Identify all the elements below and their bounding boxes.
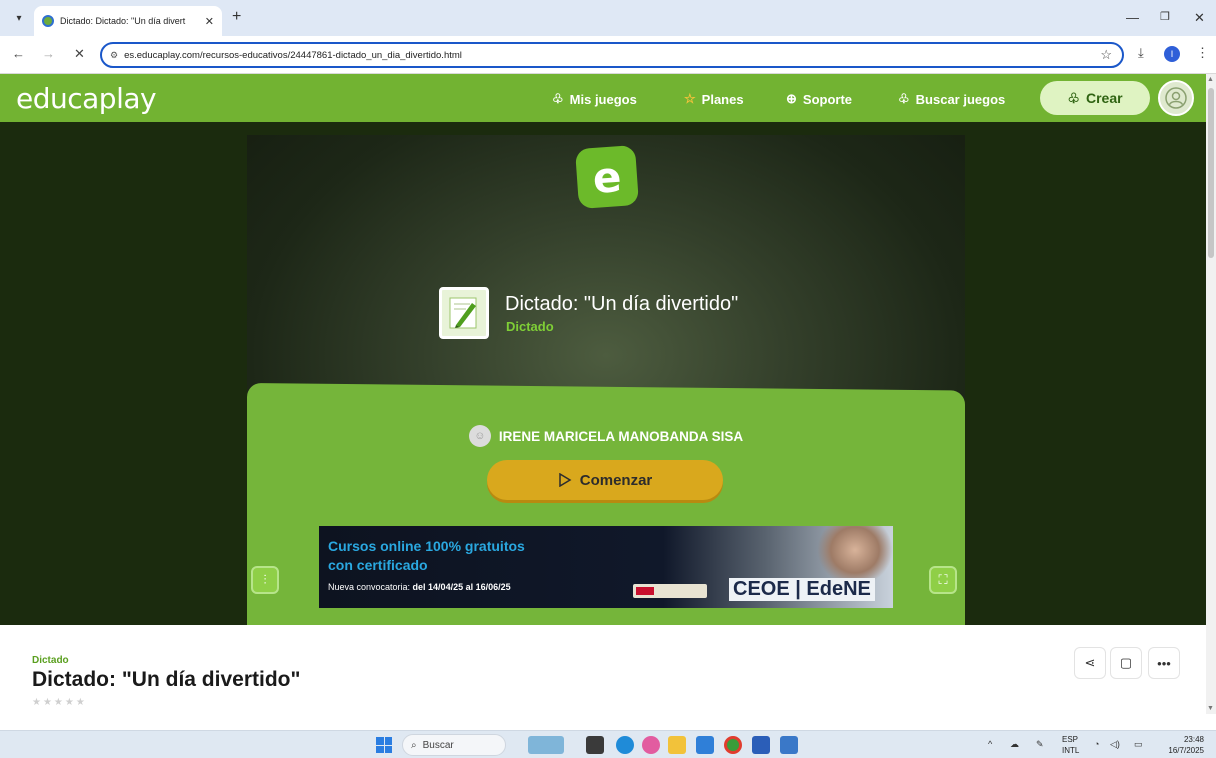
nav-label: Planes [701,91,744,107]
taskbar-search[interactable]: ⌕ Buscar [402,734,506,756]
word-icon[interactable] [752,736,770,754]
language-indicator[interactable]: ESP INTL [1062,734,1079,756]
fullscreen-icon: ⛶ [938,572,948,587]
stop-loading-icon[interactable]: ✕ [74,46,85,62]
ad-person-image [817,526,893,586]
game-stage: e Dictado: "Un día divertido" Dictado ☺ … [247,135,965,625]
bookmark-star-icon[interactable]: ☆ [1100,47,1112,63]
site-info-icon[interactable]: ⚙ [110,50,118,61]
more-dots-icon: ••• [1157,655,1171,671]
minimize-icon[interactable]: — [1126,10,1139,25]
scroll-up-icon[interactable]: ▲ [1207,76,1214,83]
widgets-icon[interactable] [528,736,564,754]
settings-sliders-button[interactable]: ⫶ [251,566,279,594]
share-button[interactable]: ⋖ [1074,647,1106,679]
taskbar-search-placeholder: Buscar [422,739,454,751]
info-activity-title: Dictado: "Un día divertido" [32,668,301,691]
author-row[interactable]: ☺ IRENE MARICELA MANOBANDA SISA [247,425,965,447]
search-puzzle-icon: ♧ [898,91,910,106]
cloud-icon[interactable]: ☁ [1010,739,1019,750]
battery-icon[interactable]: ▭ [1134,739,1143,750]
site-header: educaplay ♧ Mis juegos ☆ Planes ⊕ Soport… [0,74,1206,122]
new-tab-icon[interactable]: + [232,9,241,25]
start-button[interactable]: Comenzar [487,460,723,500]
windows-taskbar: ⌕ Buscar ^ ☁ ✎ ESP INTL ◔ ◁) ▭ 23:48 16/… [0,730,1216,758]
ad-sponsor-logos [633,584,707,598]
create-label: Crear [1085,90,1123,106]
ad-headline-2: con certificado [328,557,428,573]
author-avatar-icon: ☺ [468,425,491,447]
ad-subline: Nueva convocatoria: del 14/04/25 al 16/0… [328,582,511,592]
scrollbar-thumb[interactable] [1208,88,1214,258]
favicon-icon [42,15,54,27]
start-label: Comenzar [579,471,653,489]
tray-chevron-icon[interactable]: ^ [988,739,992,749]
forward-icon[interactable]: → [42,46,55,61]
browser-tab-strip: ▾ Dictado: Dictado: "Un día divert ✕ + —… [0,0,1216,36]
restore-icon[interactable]: ❐ [1160,10,1170,23]
chrome-icon[interactable] [724,736,742,754]
file-explorer-icon[interactable] [668,736,686,754]
back-icon[interactable]: ← [12,46,25,61]
task-view-icon[interactable] [586,736,604,754]
pen-icon[interactable]: ✎ [1036,739,1044,750]
puzzle-icon: ♧ [552,91,564,106]
nav-buscar-juegos[interactable]: ♧ Buscar juegos [898,91,1005,107]
nav-mis-juegos[interactable]: ♧ Mis juegos [552,91,637,107]
nav-label: Buscar juegos [915,91,1006,107]
dictation-activity-icon [439,287,489,339]
star-icon: ☆ [684,91,696,106]
ad-brand-logo: CEOE | EdeNE [729,578,875,601]
rating-stars[interactable]: ★★★★★ [32,697,87,708]
activity-title: Dictado: "Un día divertido" [505,293,739,315]
sliders-icon: ⫶ [263,572,267,587]
author-name: IRENE MARICELA MANOBANDA SISA [498,428,744,444]
info-activity-type: Dictado [32,655,69,666]
wifi-icon[interactable]: ◔ [1094,739,1099,749]
nav-soporte[interactable]: ⊕ Soporte [786,91,852,107]
tab-close-icon[interactable]: ✕ [205,15,214,28]
advertisement-banner[interactable]: Cursos online 100% gratuitos con certifi… [319,526,893,608]
clock[interactable]: 23:48 16/7/2025 [1158,734,1204,756]
browser-menu-icon[interactable]: ⋮ [1196,45,1209,61]
edge-icon[interactable] [616,736,634,754]
volume-icon[interactable]: ◁) [1110,739,1120,750]
user-icon [1165,87,1187,109]
page-scrollbar[interactable]: ▲ ▼ [1206,74,1216,714]
url-text: es.educaplay.com/recursos-educativos/244… [124,49,462,61]
copy-button[interactable]: ▢ [1110,647,1142,679]
windows-start-icon[interactable] [376,737,392,753]
browser-tab[interactable]: Dictado: Dictado: "Un día divert ✕ [34,6,222,36]
create-button[interactable]: ♧ Crear [1040,81,1150,115]
play-icon [558,473,572,487]
fullscreen-button[interactable]: ⛶ [929,566,957,594]
more-options-button[interactable]: ••• [1148,647,1180,679]
copy-icon: ▢ [1119,655,1133,670]
store-icon[interactable] [696,736,714,754]
url-omnibox[interactable]: ⚙ es.educaplay.com/recursos-educativos/2… [100,42,1124,68]
share-icon: ⋖ [1084,655,1096,670]
scroll-down-icon[interactable]: ▼ [1207,705,1214,712]
activity-type: Dictado [506,319,554,334]
tab-title: Dictado: Dictado: "Un día divert [60,16,186,26]
educaplay-e-logo: e [574,144,640,210]
download-icon[interactable]: ⤓ [1138,45,1144,61]
tab-search-chevron-icon[interactable]: ▾ [10,9,28,27]
puzzle-icon: ♧ [1067,89,1080,106]
educaplay-logo[interactable]: educaplay [16,82,157,115]
lifebuoy-icon: ⊕ [786,91,797,106]
profile-avatar-icon[interactable]: I [1164,46,1180,62]
nav-label: Mis juegos [569,91,637,107]
copilot-icon[interactable] [642,736,660,754]
search-icon: ⌕ [411,739,417,751]
game-stage-area: e Dictado: "Un día divertido" Dictado ☺ … [0,122,1206,625]
photos-icon[interactable] [780,736,798,754]
ad-headline-1: Cursos online 100% gratuitos [328,538,525,554]
nav-label: Soporte [802,91,853,107]
window-close-icon[interactable]: ✕ [1194,10,1205,26]
address-bar-row: ← → ✕ ⚙ es.educaplay.com/recursos-educat… [0,36,1216,74]
nav-planes[interactable]: ☆ Planes [684,91,744,107]
user-avatar-button[interactable] [1158,80,1194,116]
